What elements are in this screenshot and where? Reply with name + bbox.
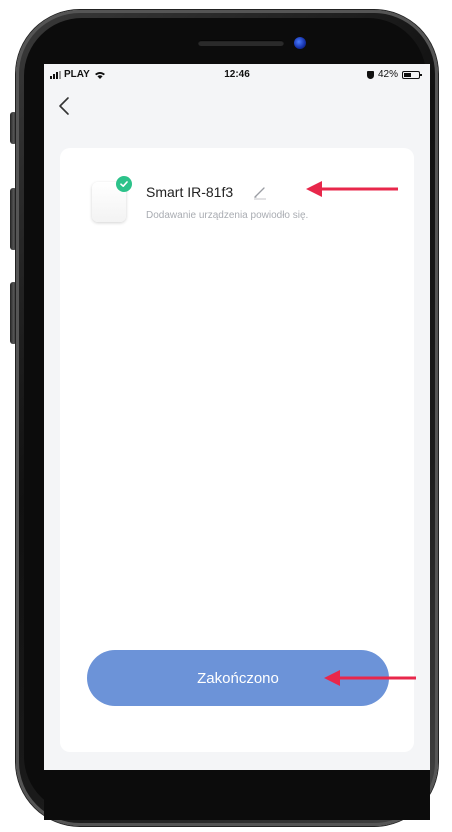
done-button-label: Zakończono [197, 669, 279, 687]
battery-icon [402, 70, 422, 79]
device-status-message: Dodawanie urządzenia powiodło się. [146, 210, 309, 221]
location-lock-icon [366, 70, 374, 79]
chevron-left-icon [59, 97, 69, 115]
arrow-left-icon [324, 670, 416, 686]
speaker-grille [198, 40, 284, 46]
app-screen: PLAY 12:46 42% Smart IR-81f3 Dodawanie u… [44, 64, 430, 770]
arrow-left-icon [306, 181, 398, 197]
phone-mockup: PLAY 12:46 42% Smart IR-81f3 Dodawanie u… [0, 0, 452, 832]
bottom-bezel [44, 770, 430, 820]
back-button[interactable] [52, 94, 76, 118]
status-bar: PLAY 12:46 42% [44, 64, 430, 88]
pencil-icon[interactable] [252, 184, 268, 200]
front-camera [294, 37, 306, 49]
status-right: 42% [366, 69, 422, 80]
battery-percent: 42% [377, 69, 398, 80]
device-name: Smart IR-81f3 [146, 184, 234, 200]
check-circle-icon [116, 176, 132, 192]
